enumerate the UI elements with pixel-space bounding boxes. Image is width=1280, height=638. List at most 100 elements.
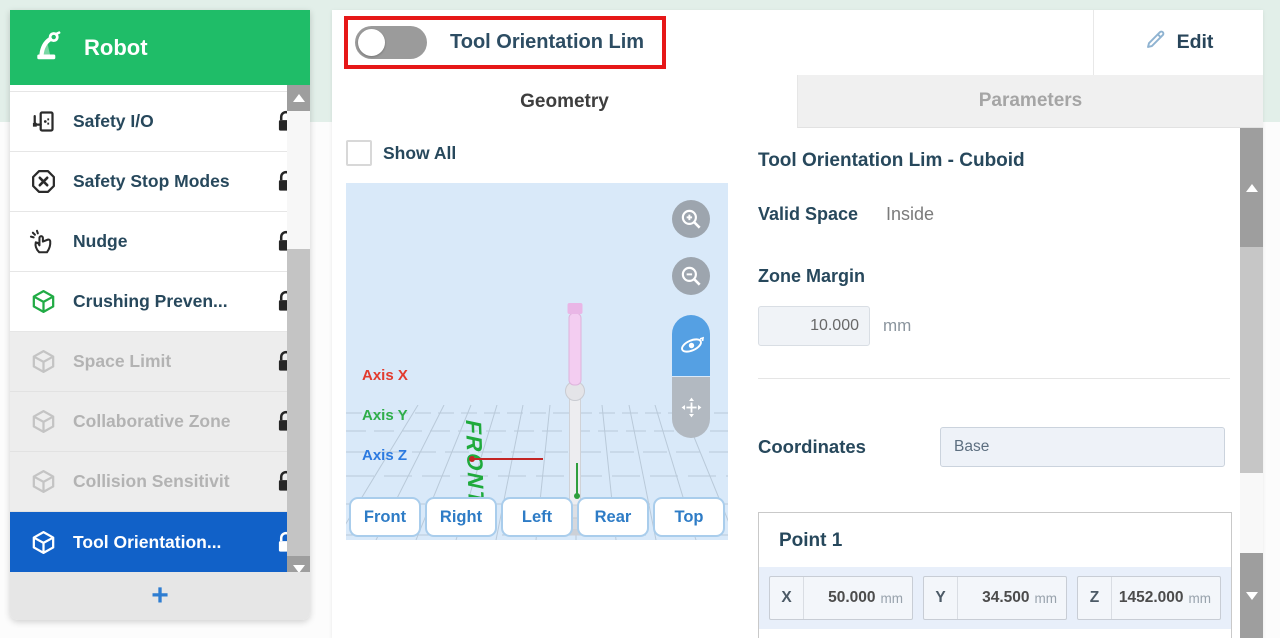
sidebar-item-label: Space Limit — [73, 351, 274, 372]
scroll-up-button[interactable] — [287, 85, 310, 111]
main-header: Tool Orientation Lim Edit — [332, 10, 1263, 75]
point-1-title: Point 1 — [759, 513, 1231, 567]
zoom-in-button[interactable] — [672, 200, 710, 238]
point-1-fields: X 50.000 mm Y 34.500 mm Z 1452.000 m — [759, 567, 1231, 629]
stop-modes-icon — [28, 167, 58, 197]
zone-margin-unit: mm — [883, 316, 911, 336]
tab-parameters[interactable]: Parameters — [797, 75, 1263, 128]
sidebar-item-label: Collision Sensitivit — [73, 471, 274, 492]
point-z-field[interactable]: Z 1452.000 mm — [1077, 576, 1221, 620]
section-divider — [758, 378, 1230, 379]
front-floor-label: FRONT — [460, 417, 489, 508]
geometry-content: Show All — [332, 128, 1263, 638]
view-right-button[interactable]: Right — [425, 497, 497, 537]
sidebar-item-label: Tool Orientation... — [73, 532, 274, 553]
scroll-up-button[interactable] — [1240, 128, 1263, 247]
zoom-out-button[interactable] — [672, 257, 710, 295]
sidebar-item-label: Nudge — [73, 231, 274, 252]
sidebar-item-nudge[interactable]: Nudge — [10, 212, 310, 272]
zone-margin-input[interactable]: 10.000 — [758, 306, 870, 346]
sidebar-item-label: Safety I/O — [73, 111, 274, 132]
main-panel: Tool Orientation Lim Edit Geometry Param… — [332, 10, 1263, 638]
axis-x-label: Axis X — [362, 367, 408, 384]
axis-value: 1452.000 — [1112, 589, 1189, 607]
details-scrollbar — [1240, 128, 1263, 638]
toggle-label: Tool Orientation Lim — [450, 10, 644, 75]
pan-arrows-icon — [678, 394, 705, 421]
axis-value: 50.000 — [804, 589, 881, 607]
view-buttons-row: Front Right Left Rear Top — [349, 497, 725, 537]
sidebar-item-tool-orientation[interactable]: Tool Orientation... — [10, 512, 310, 572]
cube-icon — [28, 527, 58, 557]
point-y-field[interactable]: Y 34.500 mm — [923, 576, 1067, 620]
tab-bar: Geometry Parameters — [332, 75, 1263, 128]
sidebar-item-label: Crushing Preven... — [73, 291, 274, 312]
triangle-down-icon — [1246, 592, 1258, 600]
axis-unit: mm — [881, 591, 913, 606]
view-top-button[interactable]: Top — [653, 497, 725, 537]
triangle-up-icon — [1246, 184, 1258, 192]
valid-space-value: Inside — [886, 204, 934, 225]
show-all-control: Show All — [346, 140, 456, 166]
cube-icon — [28, 287, 58, 317]
add-zone-button[interactable]: + — [10, 572, 310, 620]
axis-unit: mm — [1035, 591, 1067, 606]
pan-view-button[interactable] — [672, 377, 710, 438]
point-x-field[interactable]: X 50.000 mm — [769, 576, 913, 620]
valid-space-label: Valid Space — [758, 204, 872, 225]
axis-unit: mm — [1189, 591, 1221, 606]
3d-viewport[interactable]: Axis X Axis Y Axis Z FRONT — [346, 183, 728, 540]
robot-settings-screen: Robot Safety I/O — [0, 0, 1280, 638]
tab-label: Geometry — [520, 91, 609, 113]
sidebar-item-label: Safety Stop Modes — [73, 171, 274, 192]
sidebar-item-space-limit[interactable]: Space Limit — [10, 332, 310, 392]
sidebar-item-collision-sensitivity[interactable]: Collision Sensitivit — [10, 452, 310, 512]
triangle-up-icon — [293, 94, 305, 102]
zone-margin-label: Zone Margin — [758, 266, 865, 287]
sidebar-partial-row — [10, 85, 310, 92]
orbit-rotate-icon — [678, 332, 705, 359]
sidebar-header: Robot — [10, 10, 310, 85]
plus-icon: + — [151, 579, 169, 613]
scrollbar-thumb[interactable] — [287, 249, 310, 556]
axis-z-label: Axis Z — [362, 447, 407, 464]
view-left-button[interactable]: Left — [501, 497, 573, 537]
x-axis-marker — [473, 458, 543, 460]
tab-geometry[interactable]: Geometry — [332, 75, 797, 128]
show-all-label: Show All — [383, 143, 456, 164]
point-1-card: Point 1 X 50.000 mm Y 34.500 mm — [758, 512, 1232, 638]
toggle-knob — [358, 29, 385, 56]
tool-orientation-toggle[interactable] — [355, 26, 427, 59]
axis-value: 34.500 — [958, 589, 1035, 607]
valid-space-row: Valid Space Inside — [758, 204, 934, 225]
sidebar-item-crushing-prevention[interactable]: Crushing Preven... — [10, 272, 310, 332]
nudge-hand-icon — [28, 227, 58, 257]
cube-icon — [28, 347, 58, 377]
y-axis-marker — [576, 463, 578, 495]
axis-letter: Y — [924, 577, 958, 619]
robot-arm-icon — [32, 27, 68, 68]
view-front-button[interactable]: Front — [349, 497, 421, 537]
sidebar-item-safety-stop-modes[interactable]: Safety Stop Modes — [10, 152, 310, 212]
cube-icon — [28, 407, 58, 437]
scrollbar-thumb[interactable] — [1240, 247, 1263, 473]
sidebar-scrollbar — [287, 85, 310, 582]
scroll-down-button[interactable] — [1240, 553, 1263, 638]
show-all-checkbox[interactable] — [346, 140, 372, 166]
cube-icon — [28, 467, 58, 497]
sidebar-list: Safety I/O Safety Stop Modes — [10, 85, 310, 572]
tab-label: Parameters — [979, 90, 1083, 112]
coordinates-select[interactable]: Base — [940, 427, 1225, 467]
zone-title: Tool Orientation Lim - Cuboid — [758, 150, 1025, 172]
sidebar-item-safety-io[interactable]: Safety I/O — [10, 92, 310, 152]
coordinates-label: Coordinates — [758, 427, 866, 467]
details-column: Tool Orientation Lim - Cuboid Valid Spac… — [745, 128, 1240, 638]
edit-button[interactable]: Edit — [1094, 10, 1263, 75]
sidebar-item-collaborative-zone[interactable]: Collaborative Zone — [10, 392, 310, 452]
viewport-column: Show All — [332, 128, 745, 638]
view-rear-button[interactable]: Rear — [577, 497, 649, 537]
axis-y-label: Axis Y — [362, 407, 408, 424]
rotate-view-button[interactable] — [672, 315, 710, 376]
magnifier-minus-icon — [678, 263, 704, 289]
edit-label: Edit — [1177, 31, 1214, 54]
